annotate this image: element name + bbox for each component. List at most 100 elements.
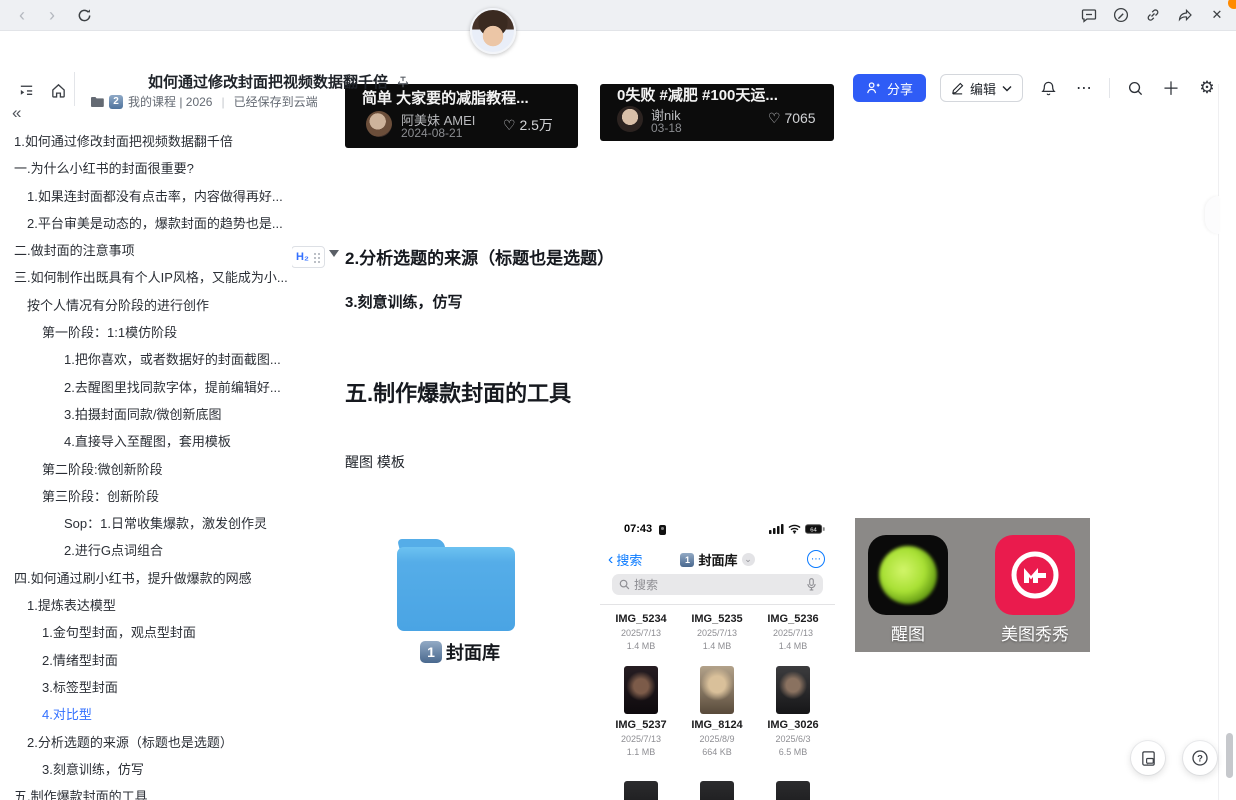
- outline-item[interactable]: 2.平台审美是动态的，爆款封面的趋势也是...: [0, 210, 292, 237]
- svg-text:?: ?: [1197, 753, 1203, 764]
- phone-time: 07:43: [624, 523, 652, 535]
- page-title-text: 如何通过修改封面把视频数据翻千倍: [148, 71, 388, 92]
- outline-item[interactable]: 1.金句型封面，观点型封面: [0, 619, 292, 646]
- heading-analyze-topics: H₂ 2.分析选题的来源（标题也是选题）: [345, 244, 614, 269]
- folder-label: 1 封面库: [385, 639, 535, 665]
- settings-gear-icon[interactable]: ⚙: [1196, 77, 1218, 99]
- close-window-icon[interactable]: ✕: [1206, 4, 1228, 26]
- outline-item[interactable]: 1.如何通过修改封面把视频数据翻千倍: [0, 128, 292, 155]
- file-date: 2025/7/13: [755, 628, 831, 638]
- outline-item[interactable]: 按个人情况有分阶段的进行创作: [0, 292, 292, 319]
- home-icon[interactable]: [46, 78, 70, 102]
- meitu-app-icon: [995, 535, 1075, 615]
- create-new-icon[interactable]: ＋: [1160, 77, 1182, 99]
- vertical-scrollbar[interactable]: [1226, 733, 1233, 778]
- file-date: 2025/7/13: [679, 628, 755, 638]
- phone-screenshot-image[interactable]: 07:43 64 ‹搜索 1 封面库 ⌄ ⋯ 搜索 IMG_52342025/7…: [600, 518, 835, 800]
- folder-image[interactable]: 1 封面库: [385, 535, 535, 680]
- file-thumbnail: [624, 666, 658, 714]
- outline-item[interactable]: 二.做封面的注意事项: [0, 237, 292, 264]
- outline-item[interactable]: 3.标签型封面: [0, 674, 292, 701]
- outline-item[interactable]: 1.把你喜欢，或者数据好的封面截图...: [0, 346, 292, 373]
- file-size: 664 KB: [679, 747, 755, 757]
- copy-link-icon[interactable]: [1142, 4, 1164, 26]
- folder-name: 封面库: [446, 639, 500, 665]
- block-type-handle[interactable]: H₂: [291, 246, 325, 268]
- outline-sidebar: « 1.如何通过修改封面把视频数据翻千倍一.为什么小红书的封面很重要?1.如果连…: [0, 84, 292, 800]
- more-options-icon[interactable]: ⋯: [1073, 77, 1095, 99]
- file-thumbnail: [776, 781, 810, 800]
- browser-refresh-button[interactable]: [72, 3, 96, 27]
- outline-item[interactable]: 五.制作爆款封面的工具: [0, 783, 292, 800]
- outline-item[interactable]: 3.拍摄封面同款/微创新底图: [0, 401, 292, 428]
- apps-screenshot-image[interactable]: 醒图 美图秀秀: [855, 518, 1090, 652]
- outline-item[interactable]: 第三阶段：创新阶段: [0, 483, 292, 510]
- heading-cover-tools: 五.制作爆款封面的工具: [345, 376, 571, 408]
- file-item: IMG_52362025/7/131.4 MB: [755, 613, 831, 651]
- meitu-app-label: 美图秀秀: [995, 620, 1075, 645]
- paragraph-xingtu-template: 醒图 模板: [345, 452, 405, 472]
- outline-item[interactable]: 2.去醒图里找同款字体，提前编辑好...: [0, 374, 292, 401]
- comment-bubble-icon[interactable]: [1078, 4, 1100, 26]
- outline-item[interactable]: 2.进行G点词组合: [0, 537, 292, 564]
- drag-handle-icon[interactable]: [313, 252, 320, 263]
- outline-item[interactable]: Sop：1.日常收集爆款，激发创作灵: [0, 510, 292, 537]
- browser-back-button[interactable]: ‹: [10, 3, 34, 27]
- outline-item[interactable]: 2.情绪型封面: [0, 647, 292, 674]
- phone-nav-bar: ‹搜索 1 封面库 ⌄ ⋯: [600, 550, 835, 568]
- heart-icon: ♡: [768, 110, 781, 126]
- page-title: 如何通过修改封面把视频数据翻千倍: [148, 71, 410, 92]
- annotate-pencil-icon[interactable]: [1110, 4, 1132, 26]
- folder-number-badge: 1: [680, 553, 694, 567]
- help-button[interactable]: ?: [1183, 741, 1217, 775]
- browser-forward-button[interactable]: ›: [40, 3, 64, 27]
- outline-item[interactable]: 3.刻意训练，仿写: [0, 756, 292, 783]
- outline-list: 1.如何通过修改封面把视频数据翻千倍一.为什么小红书的封面很重要?1.如果连封面…: [0, 128, 292, 800]
- outline-item[interactable]: 2.分析选题的来源（标题也是选题）: [0, 729, 292, 756]
- phone-status-icon: [659, 525, 666, 535]
- heading-text: 3.刻意训练，仿写: [345, 294, 463, 311]
- search-icon[interactable]: [1124, 77, 1146, 99]
- phone-status-bar: 07:43 64: [600, 523, 835, 537]
- outline-item[interactable]: 一.为什么小红书的封面很重要?: [0, 155, 292, 182]
- pin-icon[interactable]: [396, 75, 410, 89]
- outline-item[interactable]: 三.如何制作出既具有个人IP风格，又能成为小...: [0, 264, 292, 291]
- share-button[interactable]: 分享: [853, 74, 926, 102]
- catalog-note-button[interactable]: [1131, 741, 1165, 775]
- outline-item[interactable]: 第一阶段：1:1模仿阶段: [0, 319, 292, 346]
- collapse-heading-icon[interactable]: [329, 250, 339, 257]
- note-card-image-1[interactable]: 简单 大家要的减脂教程... 阿美妹 AMEI 2024-08-21 ♡ 2.5…: [345, 84, 578, 148]
- collapse-sidebar-icon[interactable]: «: [12, 104, 21, 121]
- outline-item[interactable]: 4.对比型: [0, 701, 292, 728]
- outline-item[interactable]: 第二阶段:微创新阶段: [0, 456, 292, 483]
- question-icon: ?: [1191, 749, 1209, 767]
- file-date: 2025/7/13: [603, 628, 679, 638]
- heading-text: 五.制作爆款封面的工具: [345, 381, 571, 406]
- divider: [74, 72, 75, 106]
- share-forward-icon[interactable]: [1174, 4, 1196, 26]
- outline-item[interactable]: 1.提炼表达模型: [0, 592, 292, 619]
- outline-item[interactable]: 4.直接导入至醒图，套用模板: [0, 428, 292, 455]
- side-panel-handle[interactable]: [1205, 196, 1219, 234]
- battery-icon: 64: [805, 524, 825, 534]
- outline-item[interactable]: 四.如何通过刷小红书，提升做爆款的网感: [0, 565, 292, 592]
- user-avatar[interactable]: [470, 8, 516, 54]
- edit-button[interactable]: 编辑: [940, 74, 1023, 102]
- outline-toggle-icon[interactable]: [14, 78, 38, 102]
- card-author-avatar: [366, 111, 392, 137]
- file-size: 1.4 MB: [679, 641, 755, 651]
- outline-item[interactable]: 1.如果连封面都没有点击率，内容做得再好...: [0, 183, 292, 210]
- card-title: 0失败 #减肥 #100天运...: [617, 84, 778, 105]
- microphone-icon: [807, 578, 816, 591]
- note-card-image-2[interactable]: 0失败 #减肥 #100天运... 谢nik 03-18 ♡ 7065: [600, 84, 834, 141]
- xingtu-app-icon: [868, 535, 948, 615]
- breadcrumb[interactable]: 2 我的课程 | 2026 | 已经保存到云端: [90, 93, 318, 110]
- folder-body: [397, 547, 515, 631]
- notifications-bell-icon[interactable]: [1037, 77, 1059, 99]
- phone-folder-title: 1 封面库 ⌄: [600, 550, 835, 569]
- share-people-icon: [866, 81, 881, 95]
- chevron-down-icon: [1002, 85, 1012, 92]
- heart-icon: ♡: [503, 117, 516, 133]
- refresh-icon: [77, 8, 92, 23]
- doc-comment-icon: [1140, 750, 1157, 767]
